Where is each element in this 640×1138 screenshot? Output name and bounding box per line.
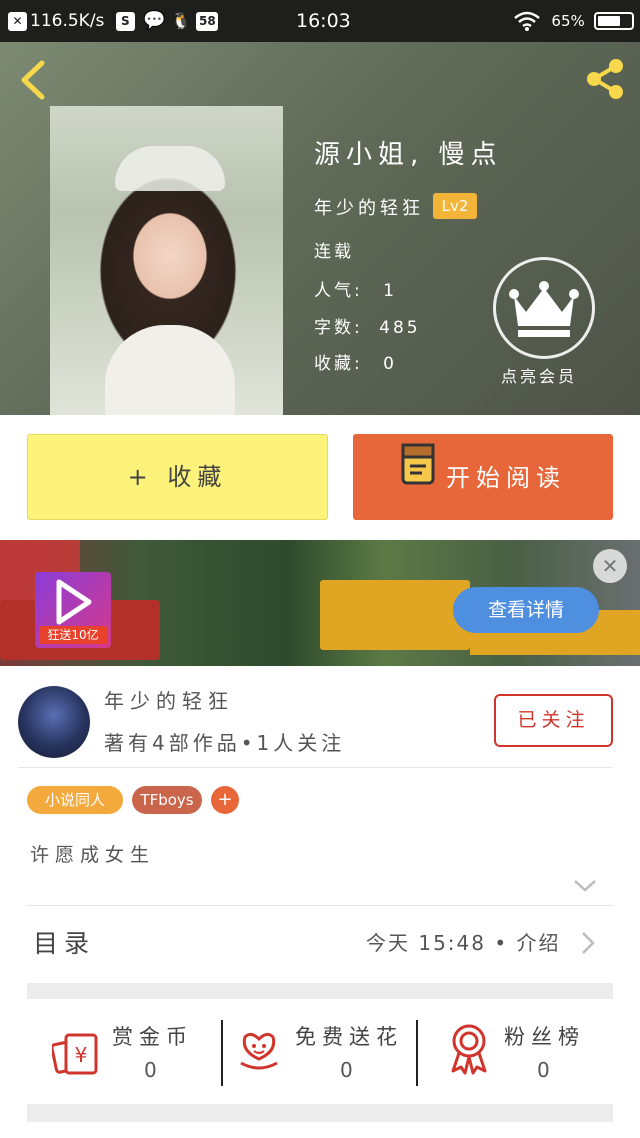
- toc-title: 目录: [33, 929, 96, 958]
- status-left: ✕ 116.5K/s S 💬 🐧 58: [8, 10, 221, 32]
- book-cover[interactable]: [50, 106, 283, 415]
- book-description: 许愿成女生: [30, 844, 156, 866]
- level-badge: Lv2: [433, 193, 477, 219]
- popularity-row: 人气: 1: [314, 276, 397, 301]
- ad-close-button[interactable]: ✕: [593, 549, 627, 583]
- stat-value: 0: [537, 1058, 550, 1082]
- stat-label: 免费送花: [295, 1025, 403, 1049]
- collect-value: 0: [383, 354, 397, 374]
- status-bar: ✕ 116.5K/s S 💬 🐧 58 16:03 65%: [0, 0, 640, 42]
- wechat-icon: 💬: [143, 10, 166, 31]
- start-reading-button[interactable]: 开始阅读: [353, 434, 613, 520]
- flower-icon[interactable]: [237, 1027, 281, 1079]
- wifi-icon: [514, 11, 545, 31]
- ad-details-button[interactable]: 查看详情: [453, 587, 599, 633]
- tag-chip[interactable]: TFboys: [132, 786, 202, 814]
- ad-image-crane: [320, 580, 470, 650]
- author-avatar[interactable]: [18, 686, 90, 758]
- words-row: 字数: 485: [314, 313, 421, 338]
- book-status: 连载: [314, 242, 354, 262]
- chevron-right-icon: [580, 930, 596, 960]
- close-notification-icon: ✕: [8, 11, 27, 31]
- ad-banner[interactable]: 狂送10亿 查看详情 ✕: [0, 540, 640, 666]
- section-gap: [27, 1104, 613, 1122]
- collect-row: 收藏: 0: [314, 349, 397, 374]
- back-button[interactable]: [16, 60, 50, 100]
- divider: [18, 767, 613, 768]
- stat-label: 赏金币: [112, 1025, 193, 1049]
- qq-icon: 🐧: [171, 11, 191, 30]
- ad-logo-text: 狂送10亿: [39, 626, 107, 644]
- words-value: 485: [379, 318, 421, 338]
- expand-chevron-icon[interactable]: [573, 878, 597, 894]
- collect-label: 收藏:: [314, 354, 363, 374]
- stat-divider: [416, 1020, 418, 1086]
- follow-button[interactable]: 已关注: [494, 694, 613, 747]
- app-s-icon: S: [115, 11, 135, 31]
- svg-text:¥: ¥: [75, 1043, 88, 1067]
- stat-value: 0: [340, 1058, 353, 1082]
- crown-icon: [509, 281, 579, 337]
- status-right: 65%: [514, 10, 635, 32]
- coin-reward-icon[interactable]: ¥: [50, 1029, 100, 1081]
- words-label: 字数:: [314, 318, 363, 338]
- toc-row[interactable]: 目录 今天 15:48 • 介绍: [0, 906, 640, 976]
- tag-chip[interactable]: 小说同人: [27, 786, 123, 814]
- toc-updated: 今天 15:48 • 介绍: [366, 931, 561, 955]
- play-icon: [56, 579, 92, 625]
- book-title: 源小姐, 慢点: [314, 140, 503, 170]
- stat-value: 0: [144, 1058, 157, 1082]
- vip-button[interactable]: [493, 257, 595, 359]
- section-gap: [27, 983, 613, 999]
- author-name[interactable]: 年少的轻狂: [314, 194, 424, 220]
- popularity-value: 1: [383, 281, 397, 301]
- popularity-label: 人气:: [314, 281, 363, 301]
- share-button[interactable]: [582, 56, 628, 102]
- battery-percent: 65%: [551, 12, 585, 30]
- ad-app-logo: 狂送10亿: [35, 572, 111, 648]
- net-speed: 116.5K/s: [30, 11, 105, 31]
- medal-icon[interactable]: [447, 1023, 491, 1079]
- add-tag-button[interactable]: +: [211, 786, 239, 814]
- collect-button[interactable]: + 收藏: [27, 434, 328, 520]
- stat-divider: [221, 1020, 223, 1086]
- vip-label: 点亮会员: [501, 367, 578, 386]
- stat-label: 粉丝榜: [504, 1025, 585, 1049]
- book-icon: [400, 435, 436, 521]
- author-card-name[interactable]: 年少的轻狂: [104, 685, 234, 714]
- clock: 16:03: [296, 10, 351, 32]
- battery-icon: [594, 12, 635, 30]
- start-reading-label: 开始阅读: [446, 464, 566, 492]
- notif-count: 58: [196, 11, 219, 31]
- author-card-summary: 著有4部作品•1人关注: [104, 731, 346, 755]
- book-header: 源小姐, 慢点 年少的轻狂 Lv2 连载 人气: 1 字数: 485 收藏: 0…: [0, 42, 640, 415]
